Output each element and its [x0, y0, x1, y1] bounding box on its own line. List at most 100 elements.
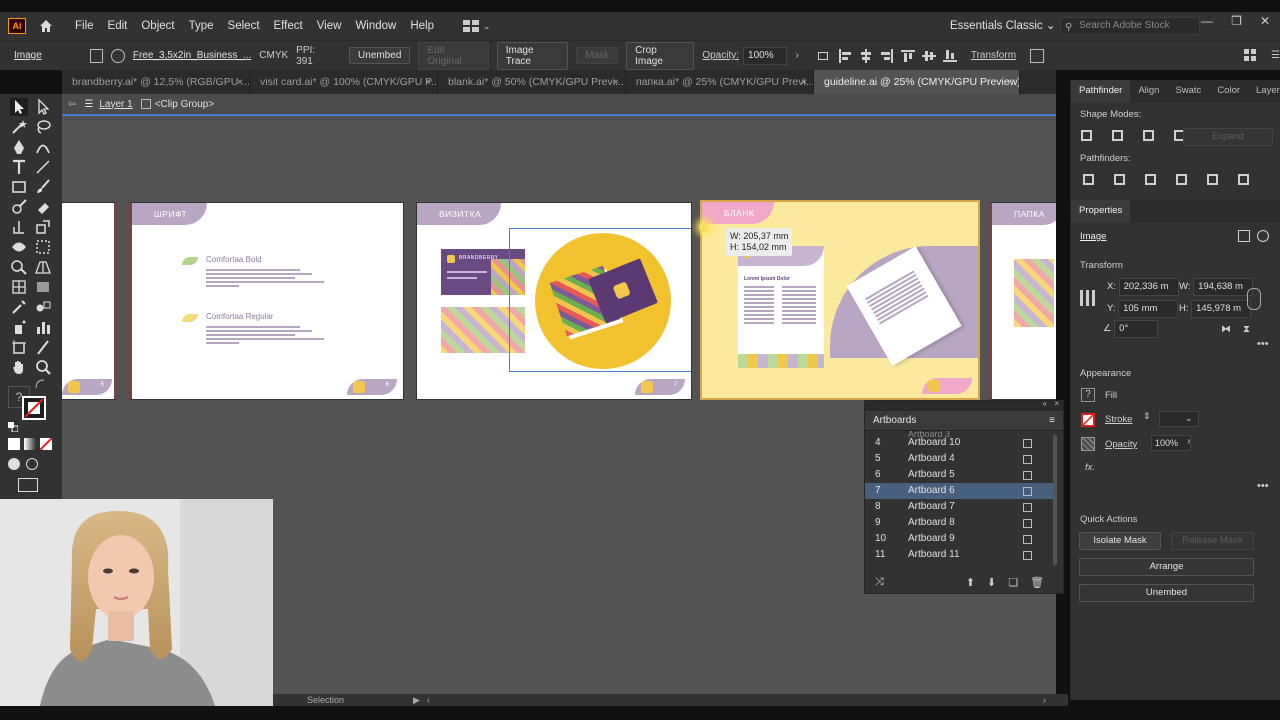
puppet-warp-tool-icon[interactable] — [10, 238, 28, 256]
menu-effect[interactable]: Effect — [267, 12, 310, 40]
scale-tool-icon[interactable] — [34, 218, 52, 236]
crop-icon[interactable] — [1176, 174, 1187, 185]
x-value[interactable]: 202,336 m — [1118, 278, 1179, 296]
opacity-label[interactable]: Opacity — [1105, 439, 1137, 450]
expand-button[interactable]: Expand — [1183, 128, 1273, 146]
fx-icon[interactable]: fx. — [1085, 462, 1095, 473]
screen-mode-icon[interactable] — [18, 478, 38, 492]
blend-tool-icon[interactable] — [34, 298, 52, 316]
play-icon[interactable]: ▶ — [413, 694, 420, 706]
minus-back-icon[interactable] — [1238, 174, 1249, 185]
list-item[interactable]: 11 Artboard 11 — [865, 547, 1053, 563]
artboard-folder[interactable]: ПАПКА — [988, 202, 1056, 400]
opacity-label[interactable]: Opacity: — [702, 50, 739, 61]
menu-object[interactable]: Object — [134, 12, 181, 40]
draw-normal-icon[interactable] — [8, 458, 20, 470]
fill-swatch-unknown[interactable]: ? — [1081, 388, 1095, 402]
symbol-sprayer-tool-icon[interactable] — [10, 318, 28, 336]
stroke-stepper[interactable]: ⇕ — [1143, 411, 1151, 422]
tab-color[interactable]: Color — [1209, 80, 1248, 102]
align-right-icon[interactable] — [880, 48, 894, 63]
gradient-tool-icon[interactable] — [34, 278, 52, 296]
edit-original-button[interactable]: Edit Original — [418, 41, 489, 70]
close-icon[interactable]: ✕ — [1260, 14, 1270, 28]
chevron-right-icon[interactable]: › — [1187, 436, 1190, 447]
line-tool-icon[interactable] — [34, 158, 52, 176]
fill-swatch[interactable] — [22, 396, 46, 420]
unembed-button[interactable]: Unembed — [349, 47, 411, 64]
tab-align[interactable]: Align — [1130, 80, 1167, 102]
menu-file[interactable]: File — [68, 12, 101, 40]
paintbrush-tool-icon[interactable] — [34, 178, 52, 196]
align-middle-icon[interactable] — [921, 49, 936, 63]
outline-icon[interactable] — [1207, 174, 1218, 185]
tab-pathfinder[interactable]: Pathfinder — [1071, 80, 1131, 102]
transform-link[interactable]: Transform — [971, 50, 1016, 61]
direct-selection-tool-icon[interactable] — [34, 98, 52, 116]
close-icon[interactable]: × — [1054, 399, 1059, 408]
collapse-icon[interactable]: « — [1043, 399, 1047, 408]
arrange-documents-button[interactable]: ⌄ — [463, 20, 493, 32]
tab-layers[interactable]: Layers — [1248, 80, 1280, 102]
draw-behind-icon[interactable] — [26, 458, 38, 470]
pen-tool-icon[interactable] — [10, 138, 28, 156]
color-mode-icon[interactable] — [8, 438, 20, 450]
eraser-tool-icon[interactable] — [34, 198, 52, 216]
selection-tool-icon[interactable] — [10, 98, 28, 116]
rotate-field[interactable]: ∠ 0° — [1103, 320, 1159, 338]
unembed-button[interactable]: Unembed — [1079, 584, 1254, 602]
home-icon[interactable] — [38, 18, 54, 34]
type-tool-icon[interactable] — [10, 158, 28, 176]
h-value[interactable]: 145,978 m — [1191, 300, 1252, 318]
hand-tool-icon[interactable] — [10, 358, 28, 376]
close-icon[interactable]: × — [801, 70, 807, 94]
workspace-switcher[interactable]: Essentials Classic ⌄ — [950, 12, 1056, 40]
panel-grid-icon[interactable] — [1243, 48, 1257, 63]
artboard-font[interactable]: ШРИФТ Comfortaa Bold Comfortaa Regular 6 — [128, 202, 404, 400]
slice-tool-icon[interactable] — [34, 338, 52, 356]
zoom-tool-icon[interactable] — [34, 358, 52, 376]
align-left-icon[interactable] — [838, 48, 852, 63]
artboard-options-icon[interactable] — [1023, 455, 1032, 464]
arrange-button[interactable]: Arrange — [1079, 558, 1254, 576]
w-field[interactable]: W: 194,638 m — [1179, 278, 1254, 296]
more-options-icon[interactable]: ••• — [1257, 338, 1269, 350]
list-item-selected[interactable]: 7 Artboard 6 — [865, 483, 1053, 499]
curvature-tool-icon[interactable] — [34, 138, 52, 156]
transform-icon[interactable] — [1238, 230, 1250, 242]
minus-front-icon[interactable] — [1112, 130, 1123, 141]
flip-vertical-icon[interactable]: ⧗ — [1243, 324, 1250, 335]
menu-view[interactable]: View — [310, 12, 349, 40]
tab-visit-card[interactable]: visit card.ai* @ 100% (CMYK/GPU P... × — [250, 70, 438, 94]
selection-bounding-box[interactable] — [509, 228, 691, 372]
reference-point-icon[interactable] — [111, 48, 125, 63]
scroll-right-icon[interactable]: › — [1043, 694, 1046, 706]
isolate-icon[interactable] — [1030, 48, 1044, 63]
breadcrumb-group[interactable]: <Clip Group> — [155, 99, 214, 110]
delete-icon[interactable]: 🗑 — [1030, 576, 1044, 589]
y-field[interactable]: Y: 105 mm — [1107, 300, 1179, 318]
transform-icon[interactable] — [89, 48, 104, 63]
align-bottom-icon[interactable] — [942, 49, 957, 63]
linked-file-name[interactable]: Free_3,5x2in_Business_... — [133, 50, 251, 61]
stroke-weight-field[interactable] — [1159, 411, 1199, 427]
close-icon[interactable]: × — [1007, 70, 1013, 94]
panel-title[interactable]: Artboards — [873, 415, 916, 426]
rearrange-icon[interactable]: ⤨ — [875, 576, 884, 589]
y-value[interactable]: 105 mm — [1118, 300, 1179, 318]
reference-point-grid-icon[interactable] — [1080, 290, 1096, 306]
list-item[interactable]: 4 Artboard 10 — [865, 435, 1053, 451]
new-artboard-icon[interactable]: ❏ — [1008, 576, 1018, 589]
shaper-tool-icon[interactable] — [10, 198, 28, 216]
opacity-field[interactable]: 100% — [1151, 435, 1191, 451]
divide-icon[interactable] — [1083, 174, 1094, 185]
stock-search-input[interactable]: ⚲ Search Adobe Stock — [1060, 17, 1200, 35]
reference-point-icon[interactable] — [1257, 230, 1269, 242]
magic-wand-tool-icon[interactable] — [10, 118, 28, 136]
artboard-tool-icon[interactable] — [10, 338, 28, 356]
menu-icon[interactable]: ☰ — [1271, 50, 1280, 61]
image-trace-button[interactable]: Image Trace — [496, 41, 569, 70]
shape-builder-tool-icon[interactable] — [10, 258, 28, 276]
tab-folder[interactable]: папка.ai* @ 25% (CMYK/GPU Previ... × — [626, 70, 814, 94]
restore-icon[interactable]: ❐ — [1231, 14, 1242, 28]
